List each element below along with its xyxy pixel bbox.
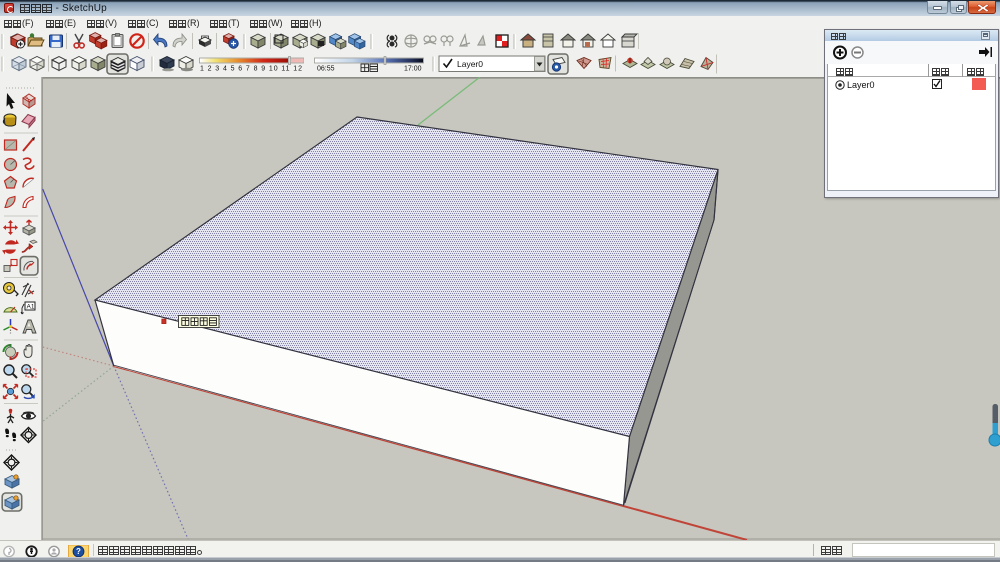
svg-text:?: ? <box>76 547 81 556</box>
svg-text:Layer0: Layer0 <box>457 59 483 69</box>
svg-text:17:00: 17:00 <box>404 66 422 73</box>
svg-text:A1: A1 <box>27 304 35 311</box>
svg-text:1 2 3 4 5 6 7 8 9 10 11 12: 1 2 3 4 5 6 7 8 9 10 11 12 <box>200 66 302 73</box>
svg-text:06:55: 06:55 <box>317 66 335 73</box>
